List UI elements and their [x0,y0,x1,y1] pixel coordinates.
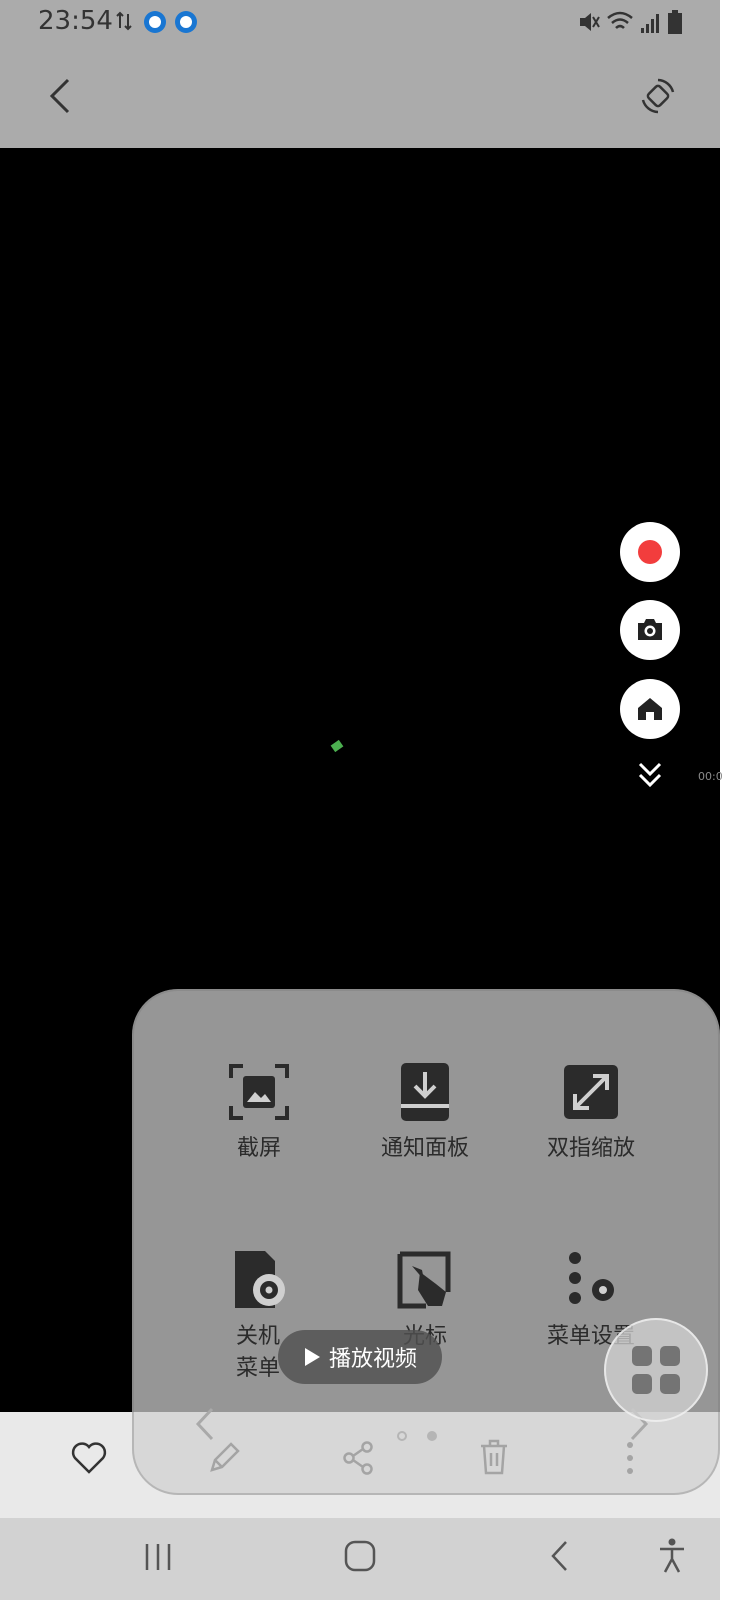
home-button[interactable] [620,679,680,739]
record-button[interactable] [620,522,680,582]
home-icon [638,698,662,720]
play-video-label: 播放视频 [328,1347,417,1372]
top-bar [0,44,720,148]
menu-item-pinch-zoom[interactable]: 双指缩放 [516,1059,666,1165]
system-navigation-bar [0,1518,720,1600]
menu-prev-page-icon[interactable] [194,1407,216,1441]
collapse-chevrons-icon[interactable] [638,762,662,788]
favorite-heart-icon[interactable] [70,1440,108,1476]
back-arrow-icon[interactable] [44,76,76,116]
camera-icon [638,619,662,640]
camera-button[interactable] [620,600,680,660]
menu-settings-icon [569,1252,614,1304]
video-timestamp: 00:0 [698,770,723,783]
menu-item-screenshot[interactable]: 截屏 [184,1059,334,1165]
app-notification-icon [175,11,197,33]
menu-item-notification-panel[interactable]: 通知面板 [350,1059,500,1165]
rotate-screen-icon[interactable] [638,76,678,116]
page-indicator-dot-active [427,1431,437,1441]
edge-strip [720,0,736,1600]
power-menu-icon [235,1251,285,1308]
page-indicator-dot [397,1431,407,1441]
battery-icon [668,10,682,34]
play-icon [304,1348,320,1366]
green-dot-marker [330,739,344,753]
data-transfer-icon [116,11,132,31]
accessibility-icon[interactable] [658,1538,686,1574]
recent-apps-icon[interactable] [144,1542,172,1572]
screenshot-icon [229,1064,289,1120]
menu-item-label: 双指缩放 [546,1136,635,1161]
menu-item-label: 截屏 [236,1136,281,1161]
assistant-menu-floating-button[interactable] [604,1318,708,1422]
assistant-grid-icon [632,1346,680,1394]
record-icon [638,540,662,564]
status-bar: 23:54 [0,0,720,44]
mute-icon [580,13,600,31]
assistant-menu-panel: 截屏 通知面板 双指缩放 关机 菜单 菜单设置 [132,989,720,1495]
play-video-button[interactable]: 播放视频 [278,1330,442,1384]
signal-icon [641,14,659,33]
app-notification-icon [144,11,166,33]
home-nav-icon[interactable] [344,1540,376,1572]
back-nav-icon[interactable] [550,1540,570,1572]
wifi-icon [607,11,633,29]
notification-panel-icon [401,1063,449,1121]
status-time: 23:54 [38,6,113,36]
pinch-zoom-icon [564,1065,618,1119]
cursor-icon [397,1251,451,1309]
menu-item-label: 通知面板 [380,1136,469,1161]
